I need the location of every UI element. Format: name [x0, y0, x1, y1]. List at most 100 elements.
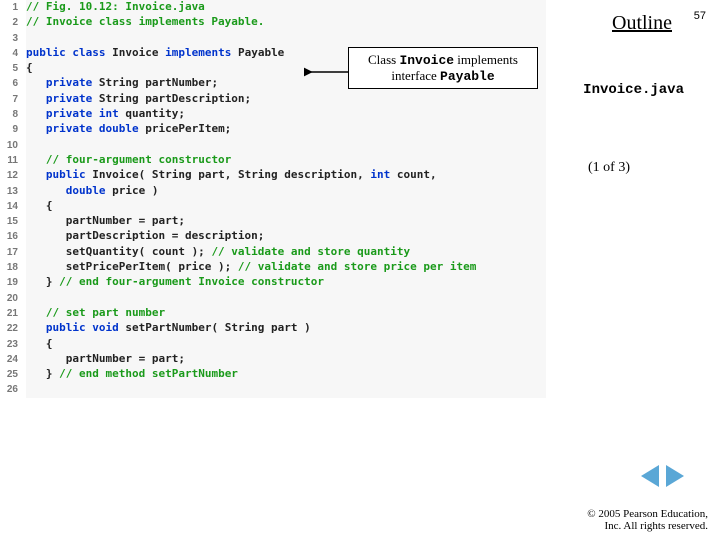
- code-token: // Fig. 10.12: Invoice.java: [26, 0, 205, 13]
- code-token: [26, 153, 46, 166]
- page-number: 57: [694, 10, 706, 22]
- code-token: [26, 168, 46, 181]
- code-line: {: [26, 199, 546, 214]
- code-token: count,: [390, 168, 436, 181]
- line-number: 24: [0, 352, 22, 367]
- code-line: // Invoice class implements Payable.: [26, 15, 546, 30]
- line-number: 23: [0, 337, 22, 352]
- line-number: 2: [0, 15, 22, 30]
- code-line: setPricePerItem( price ); // validate an…: [26, 260, 546, 275]
- copyright-line2: Inc. All rights reserved.: [587, 520, 708, 532]
- code-token: price ): [106, 184, 159, 197]
- line-number: 13: [0, 184, 22, 199]
- code-token: public: [46, 168, 86, 181]
- line-number: 19: [0, 275, 22, 290]
- code-line: [26, 138, 546, 153]
- code-token: int: [370, 168, 390, 181]
- line-number: 11: [0, 153, 22, 168]
- callout-arrow-icon: [304, 66, 350, 78]
- code-line: {: [26, 337, 546, 352]
- line-number: 4: [0, 46, 22, 61]
- code-line: private double pricePerItem;: [26, 122, 546, 137]
- line-number: 16: [0, 229, 22, 244]
- code-token: private double: [46, 122, 139, 135]
- copyright-line1: © 2005 Pearson Education,: [587, 508, 708, 520]
- code-line: private String partDescription;: [26, 92, 546, 107]
- code-token: public void: [46, 321, 119, 334]
- code-line: public Invoice( String part, String desc…: [26, 168, 546, 183]
- code-token: setPricePerItem( price );: [26, 260, 238, 273]
- code-token: [26, 321, 46, 334]
- line-number: 15: [0, 214, 22, 229]
- code-token: [26, 92, 46, 105]
- code-token: [26, 184, 66, 197]
- code-line: // set part number: [26, 306, 546, 321]
- code-token: partNumber = part;: [26, 352, 185, 365]
- code-token: // set part number: [46, 306, 165, 319]
- code-token: setPartNumber( String part ): [119, 321, 311, 334]
- code-token: [26, 306, 46, 319]
- nav-buttons: [638, 465, 684, 492]
- code-token: // Invoice class implements Payable.: [26, 15, 264, 28]
- code-token: // validate and store price per item: [238, 260, 476, 273]
- code-line: private int quantity;: [26, 107, 546, 122]
- code-token: private: [46, 92, 92, 105]
- line-number: 12: [0, 168, 22, 183]
- code-token: partNumber = part;: [26, 214, 185, 227]
- code-line: setQuantity( count ); // validate and st…: [26, 245, 546, 260]
- code-line: double price ): [26, 184, 546, 199]
- code-token: implements: [165, 46, 231, 59]
- callout-text-pre: Class: [368, 52, 399, 67]
- line-number: 21: [0, 306, 22, 321]
- code-token: double: [66, 184, 106, 197]
- code-token: setQuantity( count );: [26, 245, 211, 258]
- code-token: [26, 107, 46, 120]
- code-token: // four-argument constructor: [46, 153, 231, 166]
- code-token: String partDescription;: [92, 92, 251, 105]
- annotation-callout: Class Invoice implements interface Payab…: [348, 47, 538, 89]
- code-token: // end four-argument Invoice constructor: [59, 275, 324, 288]
- copyright-notice: © 2005 Pearson Education, Inc. All right…: [587, 508, 708, 532]
- line-number: 10: [0, 138, 22, 153]
- code-token: // end method setPartNumber: [59, 367, 238, 380]
- code-line: } // end method setPartNumber: [26, 367, 546, 382]
- code-line: // Fig. 10.12: Invoice.java: [26, 0, 546, 15]
- code-line: public void setPartNumber( String part ): [26, 321, 546, 336]
- callout-class: Invoice: [399, 53, 454, 68]
- line-number: 3: [0, 31, 22, 46]
- code-token: public class: [26, 46, 105, 59]
- code-token: {: [26, 61, 33, 74]
- code-token: String partNumber;: [92, 76, 218, 89]
- line-number: 7: [0, 92, 22, 107]
- code-token: Payable: [231, 46, 284, 59]
- file-label: Invoice.java: [583, 82, 684, 98]
- line-number: 6: [0, 76, 22, 91]
- line-number: 18: [0, 260, 22, 275]
- code-token: pricePerItem;: [139, 122, 232, 135]
- prev-slide-button[interactable]: [641, 465, 659, 487]
- code-token: }: [26, 367, 59, 380]
- line-number: 1: [0, 0, 22, 15]
- line-number: 25: [0, 367, 22, 382]
- code-line: [26, 291, 546, 306]
- page-indicator: (1 of 3): [588, 160, 630, 176]
- code-token: [26, 76, 46, 89]
- code-line: [26, 31, 546, 46]
- code-token: // validate and store quantity: [211, 245, 410, 258]
- line-number: 26: [0, 382, 22, 397]
- line-number-gutter: 1234567891011121314151617181920212223242…: [0, 0, 22, 398]
- code-token: Invoice: [105, 46, 165, 59]
- code-token: }: [26, 275, 59, 288]
- code-line: partNumber = part;: [26, 352, 546, 367]
- line-number: 8: [0, 107, 22, 122]
- code-token: {: [26, 337, 53, 350]
- line-number: 17: [0, 245, 22, 260]
- code-token: private: [46, 76, 92, 89]
- code-token: partDescription = description;: [26, 229, 264, 242]
- next-slide-button[interactable]: [666, 465, 684, 487]
- callout-interface: Payable: [440, 69, 495, 84]
- code-token: [26, 122, 46, 135]
- code-token: {: [26, 199, 53, 212]
- outline-heading: Outline: [612, 12, 672, 35]
- code-token: private int: [46, 107, 119, 120]
